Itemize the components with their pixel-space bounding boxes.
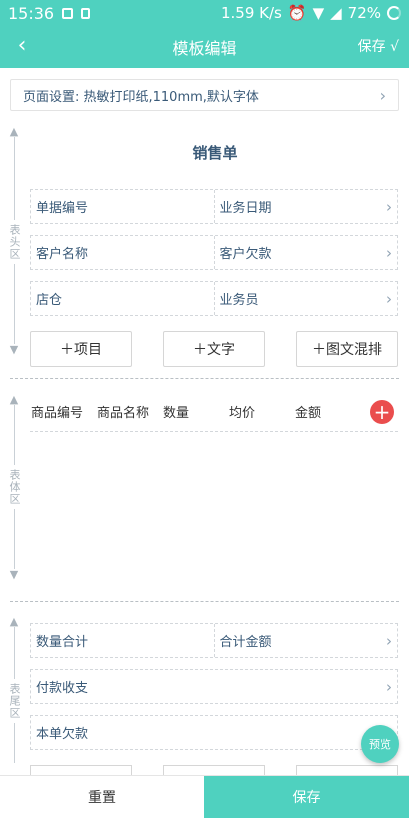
page-title: 模板编辑	[172, 39, 237, 58]
network-speed: 1.59 K/s	[221, 4, 282, 22]
save-button[interactable]: 保存	[204, 776, 409, 818]
chevron-right-icon: ›	[386, 631, 392, 650]
chevron-right-icon: ›	[386, 197, 392, 216]
column-avg-price[interactable]: 均价	[228, 402, 294, 421]
field-customer-debt[interactable]: 客户欠款 ›	[213, 236, 398, 269]
wifi-icon: ▼	[312, 4, 325, 22]
alarm-icon: ⏰	[287, 4, 307, 22]
section-divider	[10, 601, 399, 602]
table-column-header: 商品编号 商品名称 数量 均价 金额 +	[30, 392, 398, 432]
save-header-button[interactable]: 保存 √	[358, 36, 399, 56]
chevron-right-icon: ›	[386, 289, 392, 308]
field-payment[interactable]: 付款收支 ›	[31, 670, 397, 703]
header-section-indicator: ▲ 表头区 ▼	[6, 126, 22, 364]
field-amount-total[interactable]: 合计金额 ›	[213, 624, 398, 657]
column-product-name[interactable]: 商品名称	[96, 402, 162, 421]
field-customer-name[interactable]: 客户名称	[31, 236, 214, 269]
footer-field-row: 数量合计 合计金额 ›	[30, 623, 398, 658]
battery-level: 72%	[347, 4, 381, 22]
chevron-right-icon: ›	[386, 677, 392, 696]
sim-icon	[81, 7, 91, 19]
page-settings-row[interactable]: 页面设置: 热敏打印纸,110mm,默认字体 ›	[10, 79, 399, 111]
battery-ring-icon	[387, 6, 401, 20]
field-salesperson[interactable]: 业务员 ›	[213, 282, 398, 315]
reset-button[interactable]: 重置	[0, 776, 204, 818]
section-divider	[10, 378, 399, 379]
footer-section-indicator: ▲ 表尾区	[6, 616, 22, 776]
column-quantity[interactable]: 数量	[162, 402, 228, 421]
body-section-indicator: ▲ 表体区 ▼	[6, 394, 22, 586]
status-bar: 15:36 1.59 K/s ⏰ ▼ ◢ 72%	[0, 0, 409, 26]
header-field-row: 店仓 业务员 ›	[30, 281, 398, 316]
page-settings-label: 页面设置: 热敏打印纸,110mm,默认字体	[23, 89, 259, 105]
arrow-up-icon: ▲	[9, 615, 19, 628]
bottom-action-bar: 重置 保存	[0, 775, 409, 818]
field-store-warehouse[interactable]: 店仓	[31, 282, 214, 315]
header-field-row: 客户名称 客户欠款 ›	[30, 235, 398, 270]
receipt-title[interactable]: 销售单	[30, 142, 400, 163]
field-business-date[interactable]: 业务日期 ›	[213, 190, 398, 223]
header-section-label: 表头区	[8, 224, 21, 260]
add-text-button[interactable]: ＋文字	[163, 331, 265, 367]
arrow-up-icon: ▲	[9, 393, 19, 406]
arrow-up-icon: ▲	[9, 125, 19, 138]
image-icon	[62, 7, 74, 19]
signal-icon: ◢	[330, 4, 342, 22]
chevron-right-icon: ›	[386, 243, 392, 262]
add-mixed-button[interactable]: ＋图文混排	[296, 331, 398, 367]
field-order-debt[interactable]: 本单欠款	[31, 716, 397, 749]
field-document-number[interactable]: 单据编号	[31, 190, 214, 223]
chevron-right-icon: ›	[379, 85, 386, 105]
field-quantity-total[interactable]: 数量合计	[31, 624, 214, 657]
add-column-plus-icon[interactable]: +	[370, 400, 394, 424]
app-bar: ‹ 模板编辑 保存 √	[0, 26, 409, 68]
column-product-code[interactable]: 商品编号	[30, 402, 96, 421]
body-section-label: 表体区	[8, 469, 21, 505]
footer-field-row: 本单欠款	[30, 715, 398, 750]
arrow-down-icon: ▼	[9, 568, 19, 581]
add-item-button[interactable]: ＋项目	[30, 331, 132, 367]
footer-field-row: 付款收支 ›	[30, 669, 398, 704]
preview-button[interactable]: 预览	[361, 725, 399, 763]
footer-section-label: 表尾区	[8, 683, 21, 719]
add-buttons-row: ＋项目 ＋文字 ＋图文混排	[30, 331, 398, 367]
arrow-down-icon: ▼	[9, 343, 19, 356]
column-amount[interactable]: 金额	[294, 402, 360, 421]
header-field-row: 单据编号 业务日期 ›	[30, 189, 398, 224]
status-time: 15:36	[8, 3, 55, 23]
